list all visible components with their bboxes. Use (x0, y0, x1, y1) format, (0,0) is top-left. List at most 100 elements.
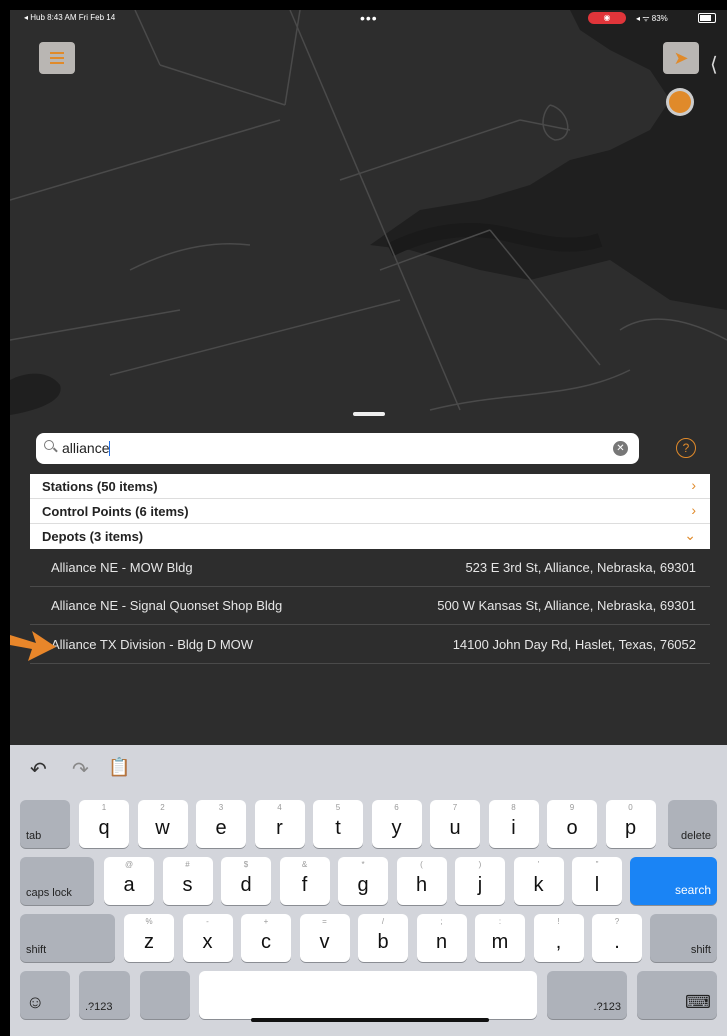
key-label: s (182, 874, 193, 896)
key-label: . (614, 931, 620, 953)
category-depots[interactable]: Depots (3 items) ⌄ (30, 524, 710, 549)
result-address: 500 W Kansas St, Alliance, Nebraska, 693… (437, 598, 696, 613)
delete-key[interactable]: delete (668, 800, 717, 848)
key-secondary-label: * (361, 860, 365, 869)
key-secondary-label: % (145, 917, 153, 926)
side-panel-chevron-icon[interactable]: ⟨ (710, 55, 718, 75)
redo-icon[interactable]: ↷ (72, 757, 89, 782)
battery-icon (698, 13, 716, 23)
key-l[interactable]: " l (572, 857, 622, 905)
multitask-dots[interactable]: ••• (360, 10, 378, 26)
key-label: m (491, 931, 509, 953)
clear-search-button[interactable]: ✕ (613, 441, 628, 456)
key-label: t (335, 817, 341, 839)
result-row[interactable]: Alliance TX Division - Bldg D MOW 14100 … (30, 626, 710, 664)
key-q[interactable]: 1q (79, 800, 129, 848)
key-label: q (98, 817, 110, 839)
help-button[interactable]: ? (676, 438, 696, 458)
sheet-drag-handle[interactable] (353, 412, 385, 416)
status-time: ◂ Hub 8:43 AM Fri Feb 14 (24, 13, 116, 22)
numbers-right-key[interactable]: .?123 (547, 971, 627, 1019)
key-d[interactable]: $ d (221, 857, 271, 905)
key-secondary-label: ? (614, 917, 620, 926)
space-bar[interactable] (199, 971, 537, 1019)
key-h[interactable]: (h (396, 857, 447, 905)
key-e[interactable]: 3e (196, 800, 246, 848)
key-t[interactable]: 5t (313, 800, 363, 848)
shift-left-key[interactable]: shift (20, 914, 115, 962)
key-z[interactable]: % z (124, 914, 174, 962)
result-row[interactable]: Alliance NE - Signal Quonset Shop Bldg 5… (30, 587, 710, 625)
result-name: Alliance NE - Signal Quonset Shop Bldg (51, 598, 283, 613)
key-label: u (449, 817, 461, 839)
status-bar: ◂ Hub 8:43 AM Fri Feb 14 ••• ◉ ◂ ᯤ 83% (10, 10, 727, 28)
key-g[interactable]: * g (338, 857, 388, 905)
key-a[interactable]: @ a (104, 857, 154, 905)
key-u[interactable]: 7u (430, 800, 480, 848)
key-secondary-label: : (498, 917, 502, 926)
key-label: b (377, 931, 389, 953)
key-label: tab (26, 830, 42, 842)
compass-button[interactable] (666, 88, 694, 116)
key-c[interactable]: + c (241, 914, 291, 962)
key-secondary-label: ) (478, 860, 482, 869)
category-label: Depots (3 items) (42, 529, 144, 544)
key-label: p (624, 817, 637, 839)
key-secondary-label: 6 (394, 803, 399, 812)
key-b[interactable]: / b (358, 914, 408, 962)
key-r[interactable]: 4r (254, 800, 305, 848)
key-o[interactable]: 9o (547, 800, 597, 848)
search-field[interactable]: alliance ✕ (36, 433, 639, 464)
key-secondary-label: ( (420, 860, 423, 869)
status-icons: ◂ ᯤ 83% (636, 14, 668, 23)
category-stations[interactable]: Stations (50 items) › (30, 474, 710, 499)
home-indicator[interactable] (251, 1018, 489, 1022)
paste-icon[interactable]: 📋 (108, 757, 130, 778)
emoji-key[interactable]: ☺ (20, 971, 70, 1019)
key-n[interactable]: ; n (416, 914, 467, 962)
key-label: d (240, 874, 252, 896)
search-icon (44, 440, 54, 450)
result-name: Alliance NE - MOW Bldg (51, 560, 193, 575)
key-label: r (276, 817, 283, 839)
undo-icon[interactable]: ↶ (30, 757, 47, 782)
dismiss-keyboard-key[interactable]: ⌨ (637, 971, 717, 1019)
category-list: Stations (50 items) › Control Points (6 … (30, 474, 710, 549)
key-label: ⌨ (685, 992, 711, 1012)
numbers-left-key[interactable]: .?123 (79, 971, 130, 1019)
locate-me-button[interactable]: ➤ (663, 42, 699, 74)
key-label: o (566, 817, 578, 839)
key-w[interactable]: 2w (137, 800, 188, 848)
key-label: w (155, 817, 170, 839)
key-label: z (144, 931, 154, 953)
key-v[interactable]: = v (299, 914, 350, 962)
key-label: c (261, 931, 271, 953)
blank-key[interactable] (140, 971, 190, 1019)
key-i[interactable]: 8i (488, 800, 539, 848)
key-k[interactable]: ' k (513, 857, 564, 905)
key-secondary-label: ! (557, 917, 560, 926)
key-x[interactable]: -x (182, 914, 233, 962)
key-secondary-label: 9 (569, 803, 575, 812)
key-f[interactable]: & f (279, 857, 330, 905)
key-label: .?123 (85, 1001, 113, 1013)
key-label: l (594, 874, 600, 896)
compass-icon (669, 91, 691, 113)
key-m[interactable]: :m (475, 914, 525, 962)
key-label: f (301, 874, 308, 896)
search-input[interactable]: alliance (62, 440, 109, 456)
key-label: n (435, 931, 448, 953)
search-key[interactable]: search (630, 857, 717, 905)
shift-right-key[interactable]: shift (650, 914, 717, 962)
key-s[interactable]: # s (162, 857, 213, 905)
category-control-points[interactable]: Control Points (6 items) › (30, 499, 710, 524)
key-j[interactable]: ) j (455, 857, 505, 905)
key-p[interactable]: 0p (605, 800, 656, 848)
tab-key[interactable]: tab (20, 800, 70, 848)
menu-button[interactable] (39, 42, 75, 74)
caps-lock-key[interactable]: caps lock (20, 857, 94, 905)
key-comma[interactable]: !, (533, 914, 584, 962)
result-row[interactable]: Alliance NE - MOW Bldg 523 E 3rd St, All… (30, 549, 710, 587)
key-period[interactable]: ?. (592, 914, 642, 962)
key-y[interactable]: 6y (371, 800, 422, 848)
